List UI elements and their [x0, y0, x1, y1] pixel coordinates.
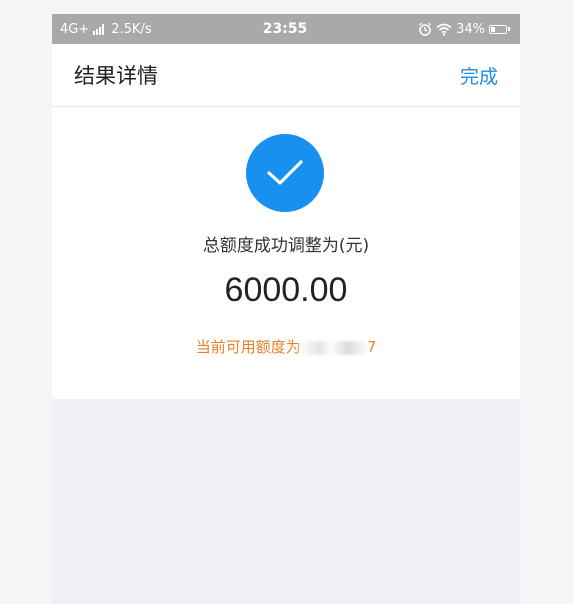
- available-credit: 当前可用额度为 7: [52, 336, 520, 357]
- credit-amount: 6000.00: [224, 271, 348, 309]
- network-speed: 2.5K/s: [111, 21, 152, 37]
- status-time: 23:55: [262, 21, 308, 37]
- result-section: 总额度成功调整为(元) 6000.00 当前可用额度为 7: [52, 107, 520, 399]
- alarm-icon: [419, 22, 432, 36]
- empty-content-area: [52, 399, 520, 604]
- redacted-mask: [298, 340, 369, 355]
- network-type: 4G+: [60, 21, 90, 37]
- status-right: 34%: [350, 22, 510, 37]
- status-left: 4G+ 2.5K/s: [60, 22, 220, 37]
- result-label: 总额度成功调整为(元): [202, 236, 370, 256]
- battery-icon: [488, 24, 510, 34]
- battery-percent: 34%: [456, 21, 485, 37]
- page-title: 结果详情: [74, 64, 158, 88]
- wifi-icon: [436, 23, 452, 36]
- signal-icon: [93, 23, 105, 35]
- page: 4G+ 2.5K/s 23:55 34% 结果详情 完成 总额度成功调整为(元)…: [0, 0, 573, 604]
- nav-bar: 结果详情 完成: [52, 44, 520, 107]
- done-button[interactable]: 完成: [460, 62, 498, 89]
- status-bar: 4G+ 2.5K/s 23:55 34%: [52, 14, 520, 44]
- phone-screen: 4G+ 2.5K/s 23:55 34% 结果详情 完成 总额度成功调整为(元)…: [52, 14, 520, 604]
- check-icon: [267, 160, 303, 185]
- available-credit-prefix: 当前可用额度为: [195, 338, 301, 356]
- success-badge: [246, 134, 324, 212]
